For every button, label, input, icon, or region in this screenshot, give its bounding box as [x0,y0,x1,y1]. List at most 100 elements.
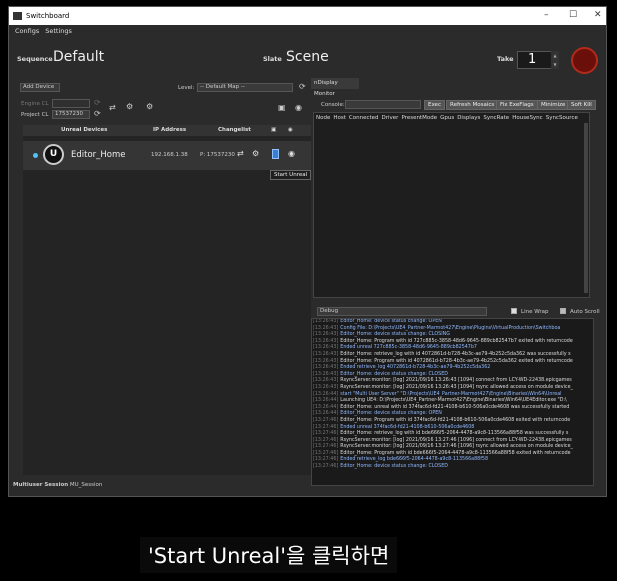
connect-all-icon[interactable]: ◉ [295,103,302,112]
build-all-icon[interactable]: ⚙ [126,102,133,111]
log-text: Editor_Home: retrieve_log with id 407286… [340,351,571,357]
sync-icon[interactable]: ⇄ [237,149,244,158]
refresh-mosaics-button[interactable]: Refresh Mosaics [446,100,499,110]
devices-pane: Add Device Level: -- Default Map -- ⟳ En… [8,80,313,484]
log-level-dropdown[interactable]: Debug [317,307,487,316]
log-timestamp: [13:27:46] [313,431,339,437]
log-line: [13:26:44] Editor_Home: device status cha… [312,411,593,418]
device-ip: 192.168.1.38 [151,152,188,158]
slate-value[interactable]: Scene [286,49,329,65]
device-changelist: P: 17537230 [200,152,235,158]
minimize-icon[interactable]: – [544,10,549,20]
log-timestamp: [13:26:44] [313,391,339,397]
log-text: RsyncServer.monitor: [log] 2021/09/16 13… [340,384,573,390]
sequence-value[interactable]: Default [53,49,104,65]
engine-cl-label: Engine CL [21,101,49,107]
record-button[interactable] [571,47,598,74]
log-timestamp: [13:26:43] [313,351,339,357]
log-line: [13:27:46] Editor_Home: device status cha… [312,464,593,471]
log-text: Ended unreal 374fac6d-fd21-4108-b610-506… [340,424,475,430]
log-text: Editor_Home: Program with id 374fac6d-fd… [340,417,571,423]
sequence-label: Sequence [17,55,53,63]
tab-ndisplay-monitor[interactable]: nDisplay Monitor [311,78,359,97]
column-header[interactable]: SyncSource [546,115,578,121]
header-ip: IP Address [153,127,187,133]
maximize-icon[interactable]: ☐ [569,10,577,20]
log-output[interactable]: [13:26:43] Editor_Home: device status cha… [311,318,594,486]
session-value[interactable]: MU_Session [70,482,103,488]
level-label: Level: [178,85,195,91]
column-header[interactable]: SyncRate [483,115,509,121]
project-cl-dropdown[interactable]: 17537230 [52,110,90,119]
fix-exeflags-button[interactable]: Fix ExeFlags [496,100,538,110]
ndisplay-columns: Node Host Connected Driver PresentMode Gpus Di… [314,113,589,123]
log-timestamp: [13:26:43] [313,378,339,384]
log-line: [13:26:43] RsyncServer.monitor: [log] 202… [312,378,593,385]
log-text: Editor_Home: Program with id 727c885c-38… [340,338,573,344]
column-header[interactable]: HouseSync [512,115,543,121]
log-text: Editor_Home: device status change: CLOSE… [340,464,448,470]
log-timestamp: [13:26:44] [313,411,339,417]
column-header[interactable]: Host [333,115,346,121]
window-title: Switchboard [26,12,70,20]
refresh-level-icon[interactable]: ⟳ [299,82,306,91]
line-wrap-checkbox[interactable] [511,308,517,314]
build-device-icon[interactable]: ⚙ [252,149,259,158]
log-timestamp: [13:26:44] [313,398,339,404]
log-line: [13:26:43] Ended unreal 727c885c-3858-48d… [312,345,593,352]
device-name: Editor_Home [71,150,126,160]
menu-settings[interactable]: Settings [45,27,72,35]
log-text: Editor_Home: Program with id bde666f5-20… [340,450,571,456]
column-header[interactable]: PresentMode [401,115,437,121]
log-timestamp: [13:26:43] [313,358,339,364]
header-connect-icon: ◉ [288,127,293,133]
log-text: Editor_Home: device status change: OPEN [340,411,442,417]
title-bar: Switchboard – ☐ ✕ [9,7,606,25]
soft-kill-button[interactable]: Soft Kill [567,100,596,110]
power-all-icon[interactable]: ▣ [278,103,286,112]
log-timestamp: [13:26:43] [313,345,339,351]
log-line: [13:27:46] RsyncServer.monitor: [log] 202… [312,444,593,451]
log-timestamp: [13:26:43] [313,325,339,331]
column-header[interactable]: Connected [349,115,379,121]
device-row[interactable]: U Editor_Home 192.168.1.38 P: 17537230 ⇄… [23,141,311,170]
log-line: [13:26:43] Editor_Home: retrieve_log with… [312,352,593,359]
monitor-scrollbar[interactable] [584,123,588,293]
column-header[interactable]: Node [316,115,330,121]
column-header[interactable]: Displays [457,115,480,121]
refresh-project-cl-icon[interactable]: ⟳ [94,109,101,118]
close-icon[interactable]: ✕ [594,10,602,20]
line-wrap-label: Line Wrap [521,309,549,315]
level-dropdown[interactable]: -- Default Map -- [197,83,293,92]
menu-configs[interactable]: Configs [15,27,39,35]
build-icon[interactable]: ⚙ [146,102,153,111]
header-changelist: Changelist [218,127,251,133]
auto-scroll-checkbox[interactable] [560,308,566,314]
minimize-button[interactable]: Minimize [537,100,570,110]
log-text: Editor_Home: retrieve_log with id bde666… [340,431,569,437]
column-header[interactable]: Gpus [440,115,454,121]
sync-all-icon[interactable]: ⇄ [109,103,116,112]
console-label: Console: [321,102,345,108]
exec-button[interactable]: Exec [424,100,445,110]
start-unreal-button[interactable] [272,149,279,159]
log-timestamp: [13:26:44] [313,404,339,410]
log-timestamp: [13:26:43] [313,371,339,377]
log-line: [13:26:43] Editor_Home: device status cha… [312,332,593,339]
engine-cl-dropdown[interactable] [52,99,90,108]
take-label: Take [497,55,514,63]
log-timestamp: [13:27:46] [313,444,339,450]
log-timestamp: [13:27:46] [313,464,339,470]
take-stepper[interactable]: ▲ ▼ [551,51,559,69]
subtitle-caption: 'Start Unreal'을 클릭하면 [140,537,398,573]
connect-icon[interactable]: ◉ [288,149,295,158]
console-dropdown[interactable] [345,100,421,109]
log-text: start "Multi User Server" "D:\Projects\U… [340,391,562,397]
log-timestamp: [13:26:43] [313,319,339,324]
log-timestamp: [13:27:46] [313,417,339,423]
device-list-header: Unreal Devices IP Address Changelist ▣ ◉ [23,125,311,136]
refresh-engine-cl-icon[interactable]: ⟳ [94,98,101,107]
column-header[interactable]: Driver [382,115,399,121]
add-device-dropdown[interactable]: Add Device [20,83,60,92]
unreal-logo-icon: U [43,144,64,165]
